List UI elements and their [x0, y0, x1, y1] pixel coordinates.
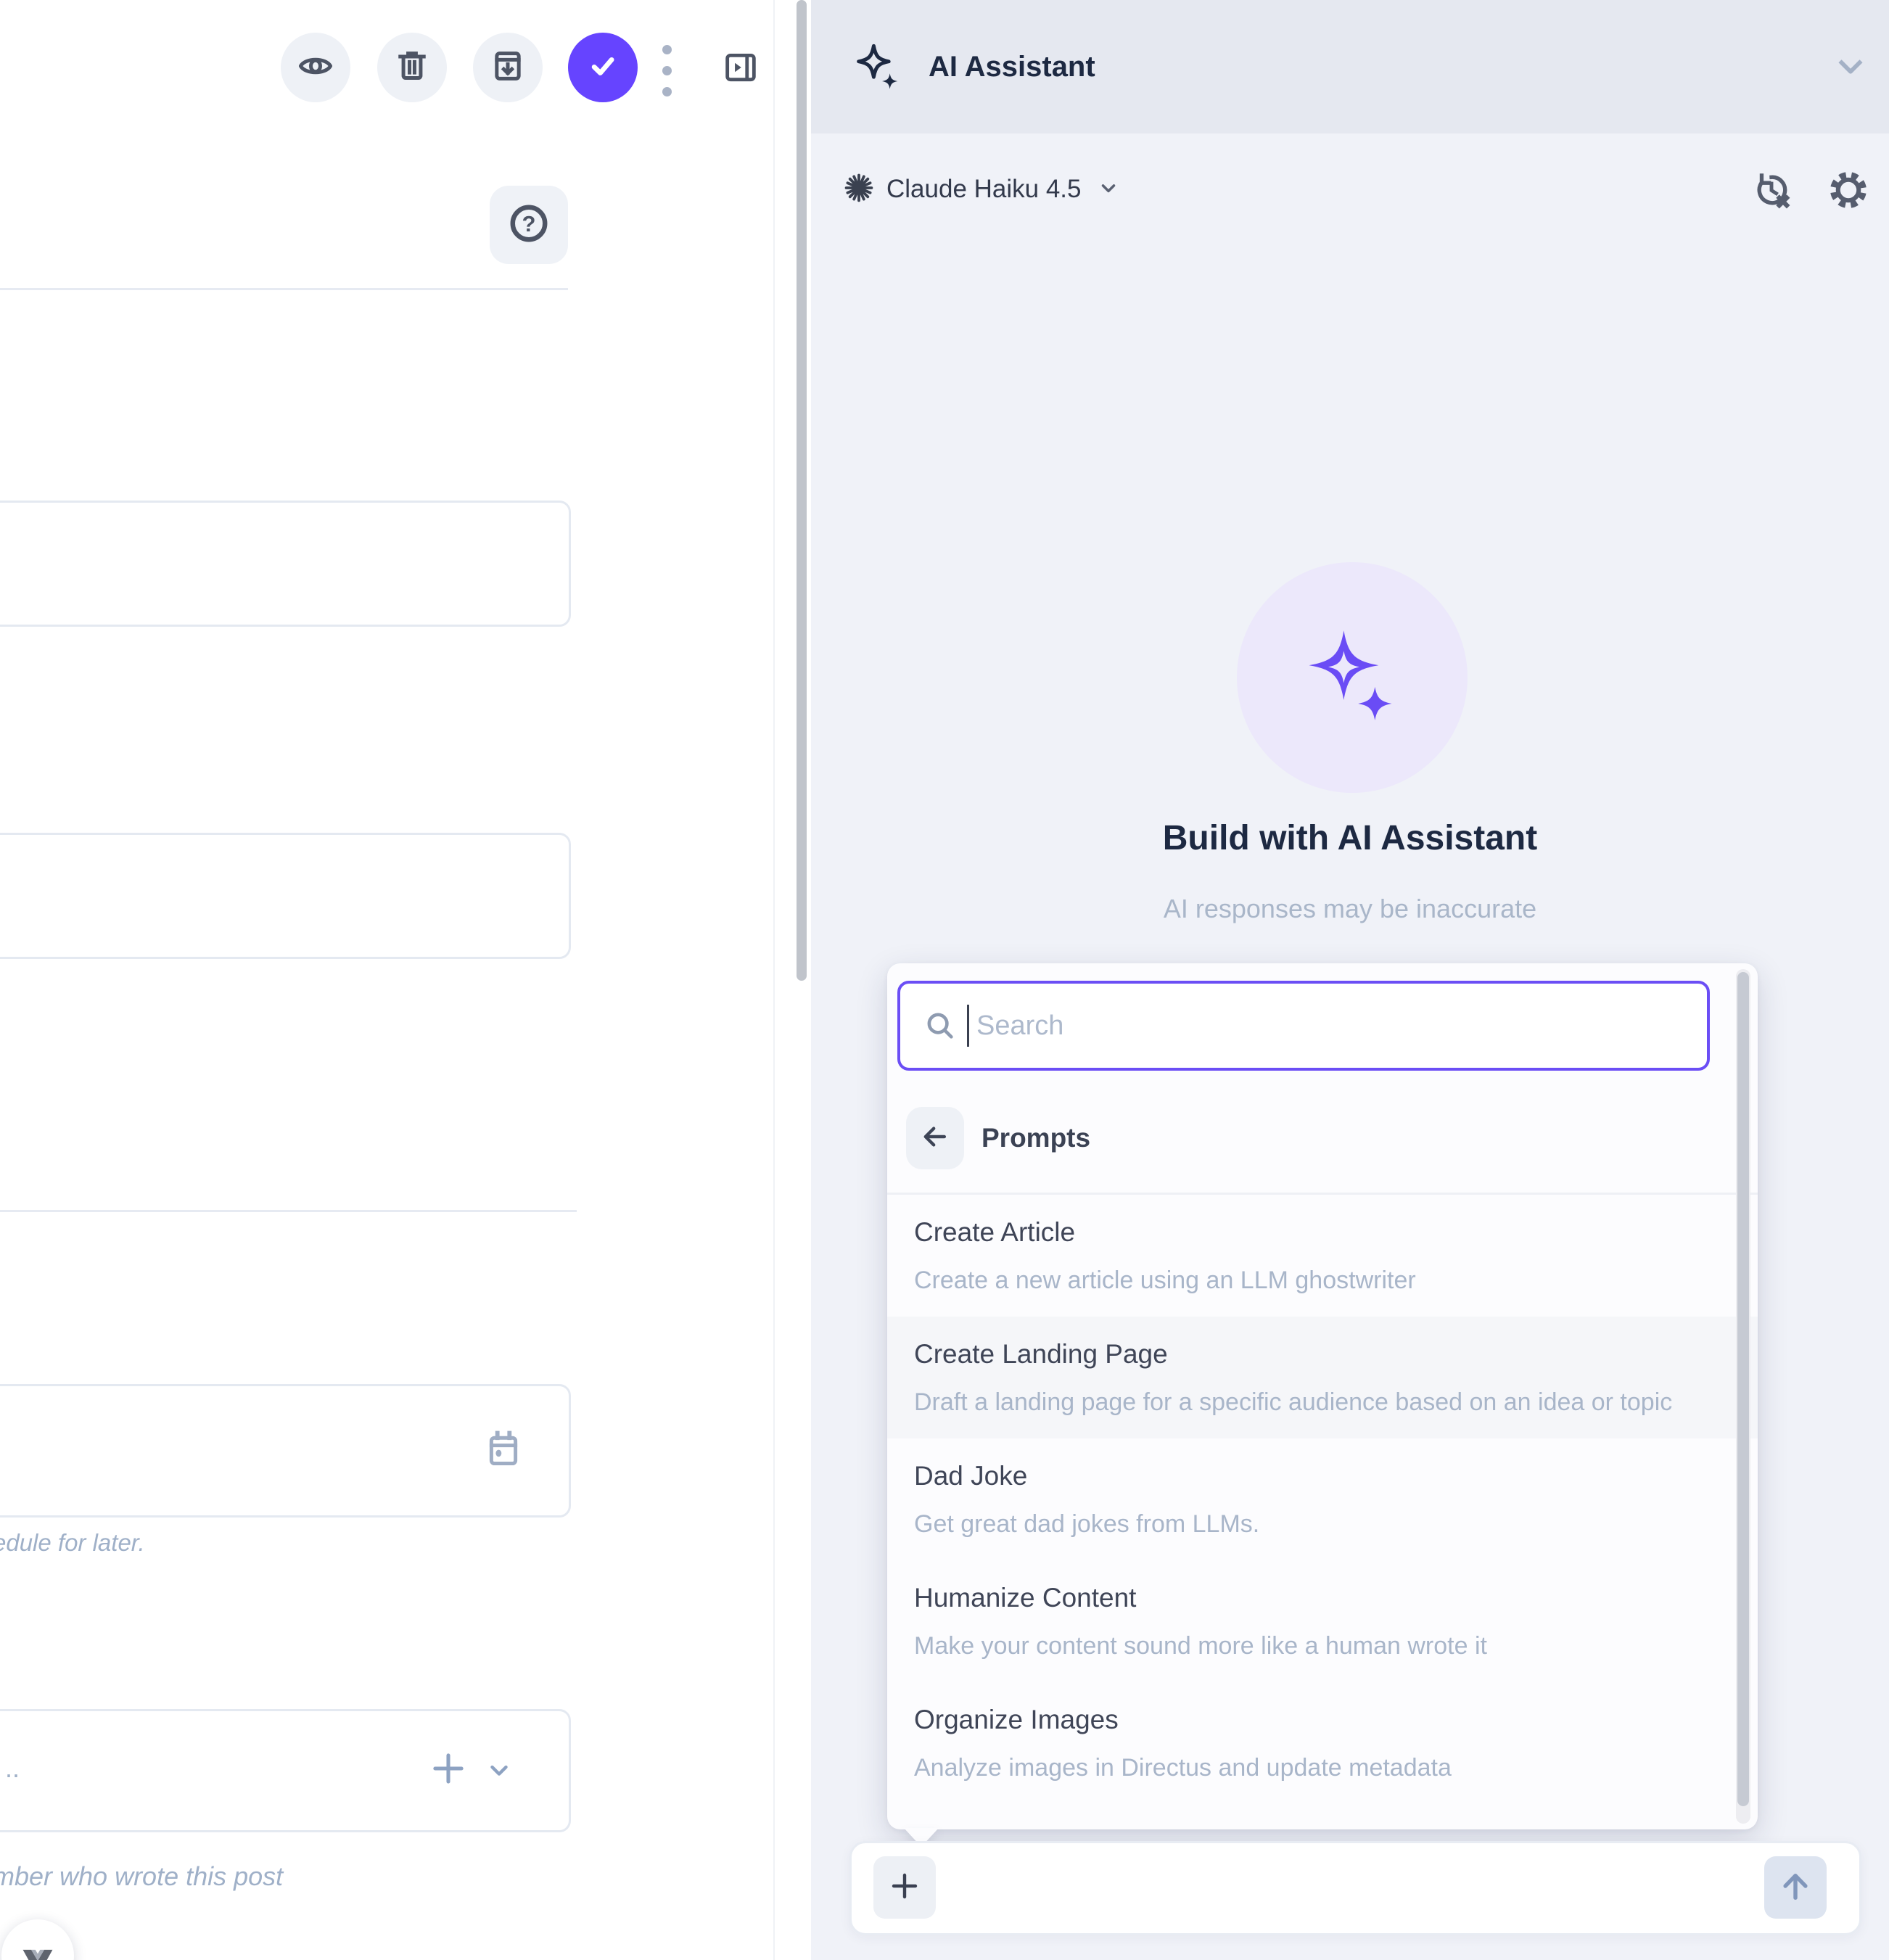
- schedule-note: edule for later.: [0, 1529, 145, 1557]
- back-button[interactable]: [906, 1107, 964, 1169]
- delete-button[interactable]: [377, 33, 447, 102]
- author-value: ..: [5, 1753, 20, 1784]
- svg-text:?: ?: [522, 210, 536, 236]
- page: ? edule for later. ..: [0, 0, 1889, 1960]
- section-divider: [0, 288, 568, 290]
- preview-button[interactable]: [281, 33, 350, 102]
- prompt-title: Create Landing Page: [914, 1338, 1714, 1370]
- settings-gear-icon: [1828, 201, 1869, 213]
- attach-button[interactable]: [873, 1856, 936, 1919]
- text-input[interactable]: [0, 501, 571, 627]
- prompt-item[interactable]: Dad Joke Get great dad jokes from LLMs.: [887, 1438, 1758, 1560]
- prompt-item[interactable]: Organize Images Analyze images in Direct…: [887, 1682, 1758, 1804]
- palette-scrollbar[interactable]: [1737, 972, 1749, 1806]
- prompt-title: Create Article: [914, 1216, 1714, 1248]
- plus-icon: [887, 1869, 922, 1907]
- prompt-description: Draft a landing page for a specific audi…: [914, 1385, 1676, 1420]
- clear-history-button[interactable]: [1751, 170, 1792, 214]
- text-caret: [967, 1005, 969, 1047]
- section-divider: [0, 1210, 577, 1212]
- anthropic-asterisk-icon: [843, 172, 875, 207]
- check-icon: [584, 47, 622, 88]
- text-input[interactable]: [0, 833, 571, 959]
- sparkles-icon: [1304, 628, 1400, 728]
- prompt-title: Organize Images: [914, 1704, 1714, 1736]
- prompt-palette: Search Prompts Create Article Create a n…: [887, 963, 1758, 1829]
- calendar-icon[interactable]: [485, 1430, 522, 1473]
- vue-devtools-badge[interactable]: [1, 1919, 74, 1960]
- vue-logo: [21, 1948, 54, 1960]
- model-label: Claude Haiku 4.5: [886, 175, 1082, 204]
- trash-icon: [393, 47, 431, 88]
- pane-divider: [773, 0, 775, 1960]
- toggle-sidebar-button[interactable]: [723, 49, 759, 89]
- ai-assistant-panel: AI Assistant Claude Haiku 4.5: [811, 0, 1889, 1960]
- panel-title: AI Assistant: [929, 0, 1095, 133]
- prompt-item[interactable]: Humanize Content Make your content sound…: [887, 1560, 1758, 1682]
- message-composer[interactable]: [849, 1841, 1861, 1935]
- model-selector[interactable]: Claude Haiku 4.5: [843, 165, 1119, 213]
- ai-hero-badge: [1237, 562, 1468, 793]
- chevron-down-icon[interactable]: [1834, 51, 1867, 88]
- prompt-description: Analyze images in Directus and update me…: [914, 1750, 1676, 1785]
- search-input[interactable]: Search: [897, 981, 1710, 1071]
- hero-heading: Build with AI Assistant: [811, 818, 1889, 858]
- prompt-title: Humanize Content: [914, 1582, 1714, 1614]
- hero-subheading: AI responses may be inaccurate: [811, 894, 1889, 924]
- prompt-description: Create a new article using an LLM ghostw…: [914, 1263, 1676, 1298]
- author-note: mber who wrote this post: [0, 1861, 283, 1892]
- prompt-item[interactable]: Create Landing Page Draft a landing page…: [887, 1317, 1758, 1438]
- circled-question-icon: ?: [506, 201, 551, 250]
- prompt-list: Create Article Create a new article usin…: [887, 1195, 1758, 1804]
- prompt-title: Dad Joke: [914, 1460, 1714, 1492]
- arrow-left-icon: [919, 1121, 951, 1156]
- help-button[interactable]: ?: [490, 186, 568, 264]
- author-input[interactable]: ..: [0, 1709, 571, 1832]
- search-placeholder: Search: [976, 1010, 1063, 1042]
- add-item-icon[interactable]: [427, 1747, 469, 1793]
- chevron-down-icon[interactable]: [485, 1756, 513, 1787]
- more-options-button[interactable]: [662, 45, 672, 96]
- prompt-description: Make your content sound more like a huma…: [914, 1628, 1676, 1663]
- dock-right-icon: [723, 76, 759, 88]
- prompt-item[interactable]: Create Article Create a new article usin…: [887, 1195, 1758, 1317]
- sparkles-icon: [855, 42, 902, 96]
- prompt-description: Get great dad jokes from LLMs.: [914, 1507, 1676, 1541]
- publish-date-input[interactable]: [0, 1384, 571, 1518]
- archive-button[interactable]: [473, 33, 543, 102]
- ai-assistant-header[interactable]: AI Assistant: [811, 0, 1889, 133]
- settings-button[interactable]: [1828, 170, 1869, 214]
- send-button[interactable]: [1764, 1856, 1827, 1919]
- editor-pane: ? edule for later. ..: [0, 0, 796, 1960]
- history-clear-icon: [1751, 201, 1792, 213]
- search-icon: [923, 1009, 957, 1042]
- dots-vertical-icon: [662, 45, 672, 96]
- eye-icon: [297, 47, 334, 88]
- chevron-down-icon: [1098, 177, 1119, 202]
- archive-icon: [489, 47, 527, 88]
- palette-header: Prompts: [887, 1091, 1758, 1193]
- editor-scrollbar[interactable]: [797, 0, 807, 981]
- palette-section-label: Prompts: [981, 1091, 1090, 1185]
- save-button[interactable]: [568, 33, 638, 102]
- arrow-up-icon: [1777, 1867, 1814, 1908]
